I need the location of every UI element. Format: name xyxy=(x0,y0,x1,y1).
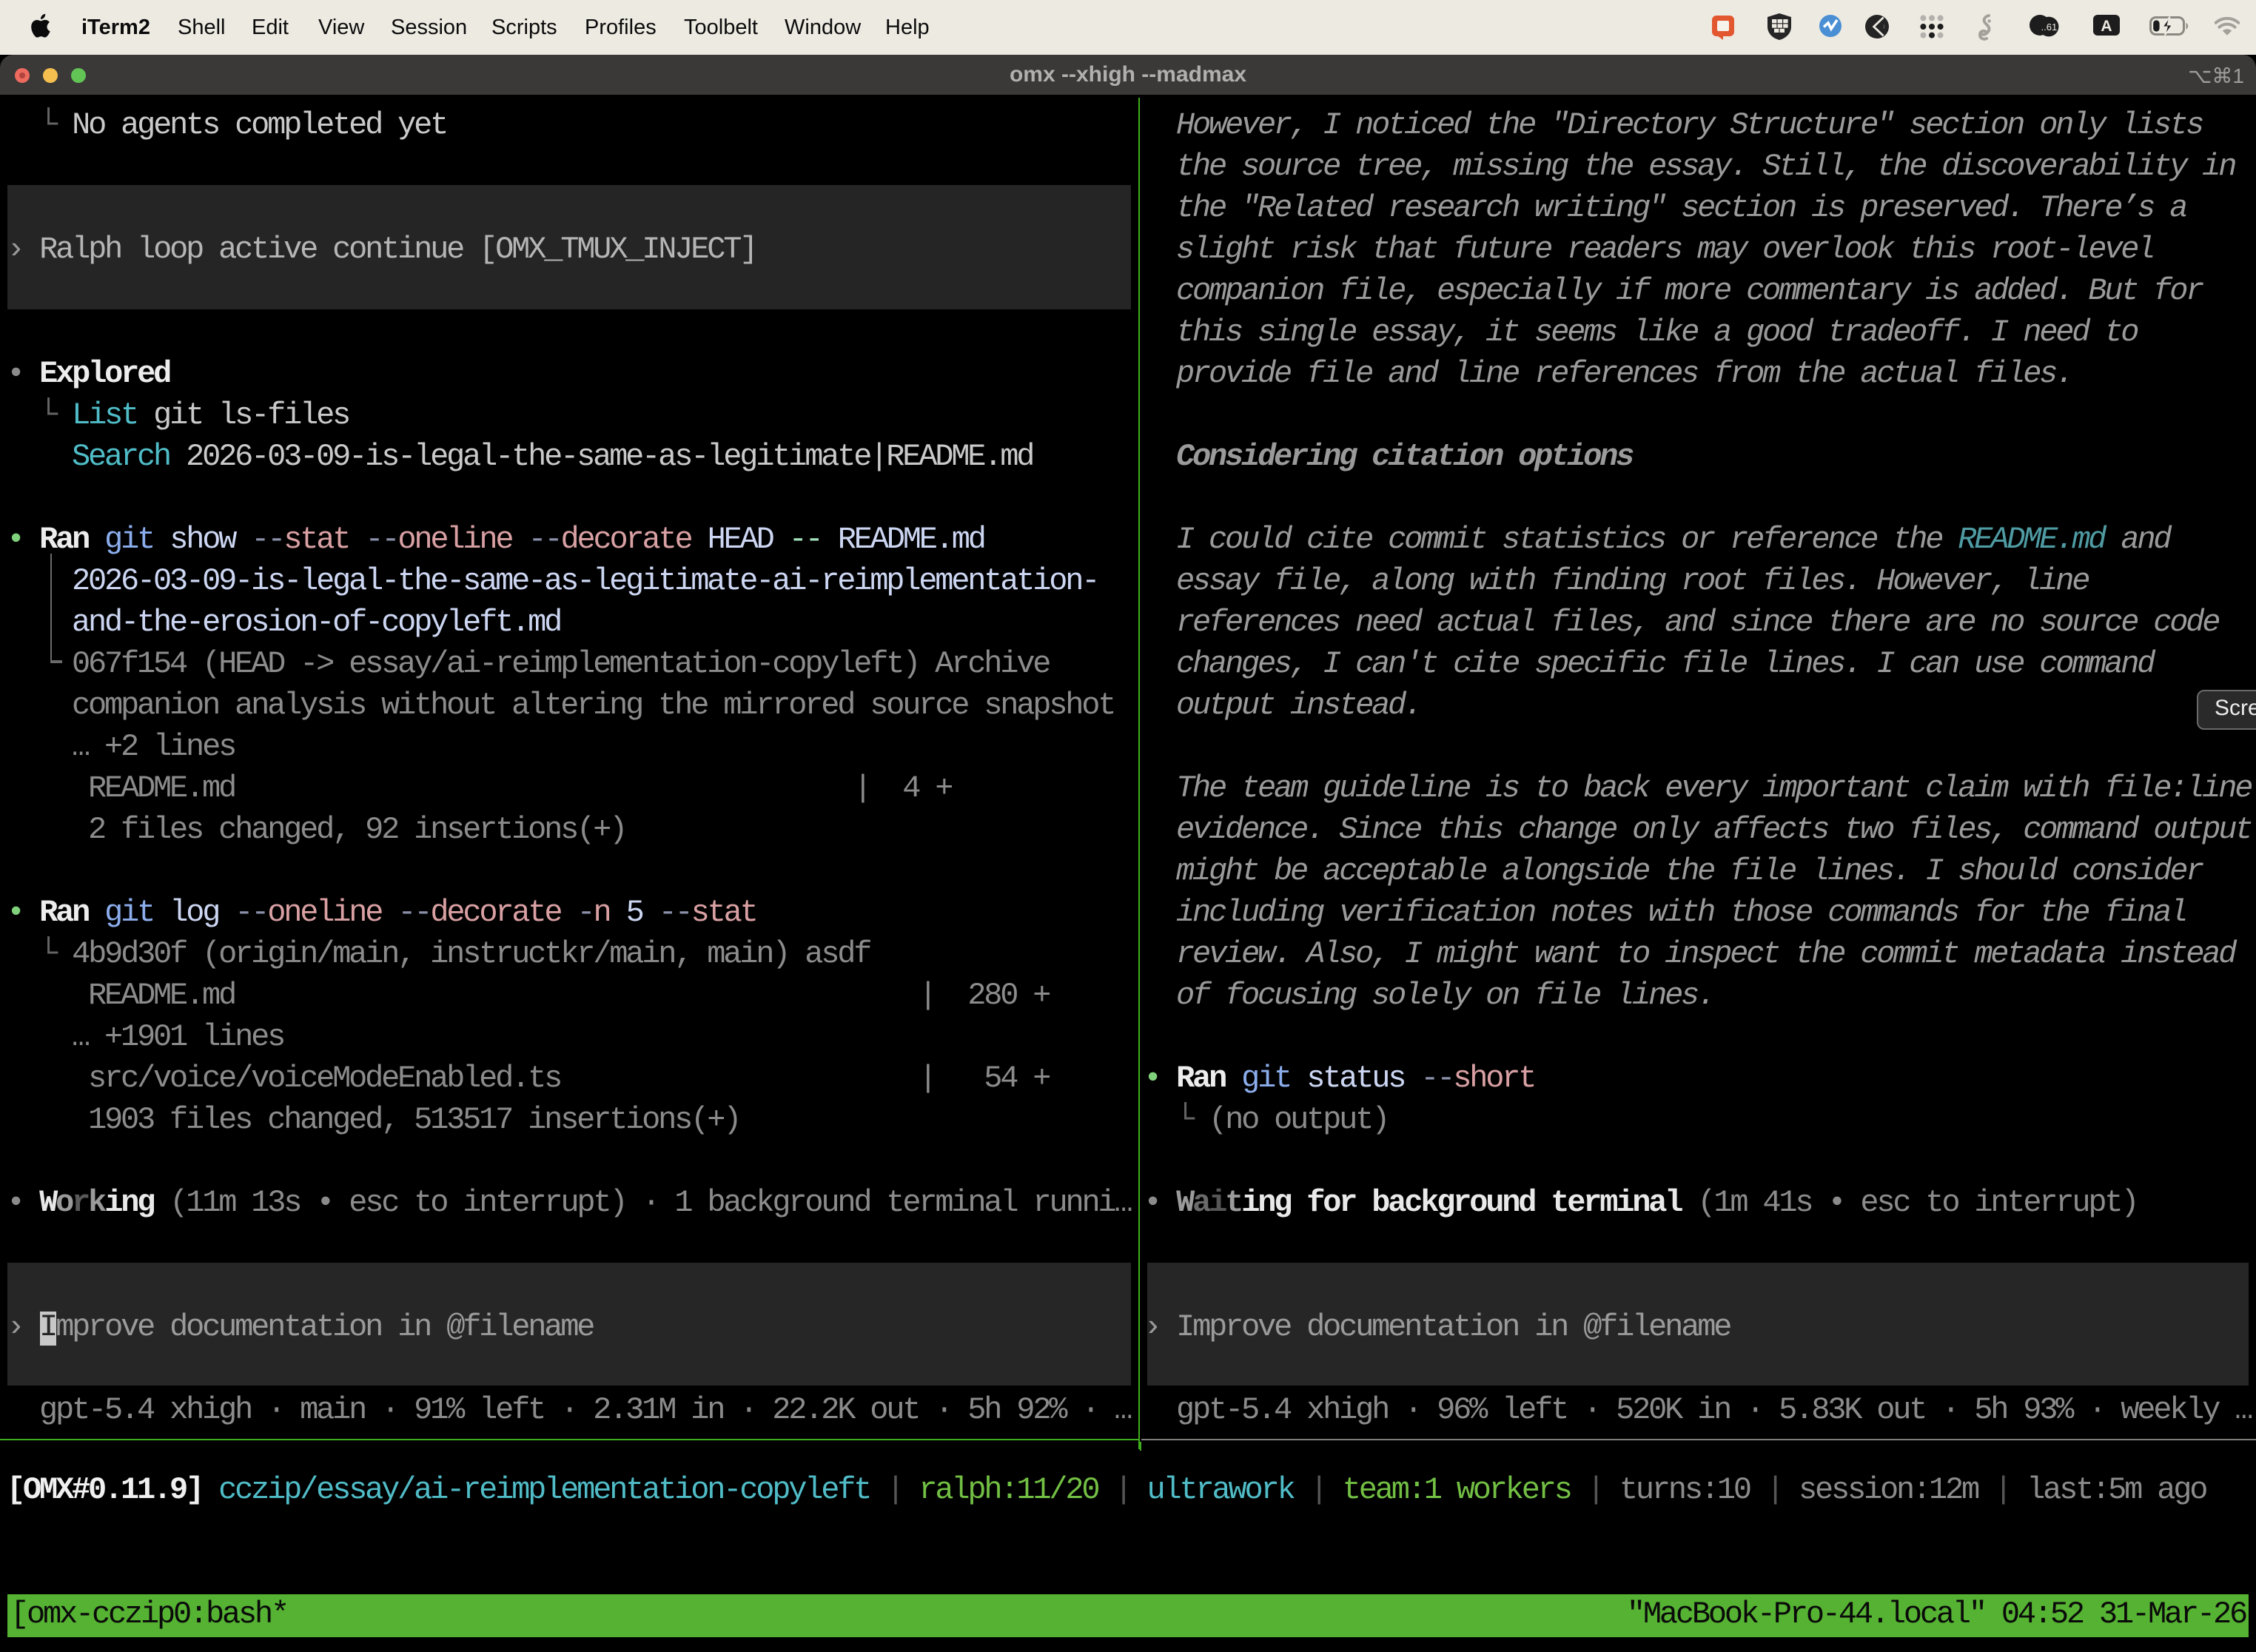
svg-text:A: A xyxy=(2101,18,2112,35)
svg-text:..61: ..61 xyxy=(2041,21,2058,33)
